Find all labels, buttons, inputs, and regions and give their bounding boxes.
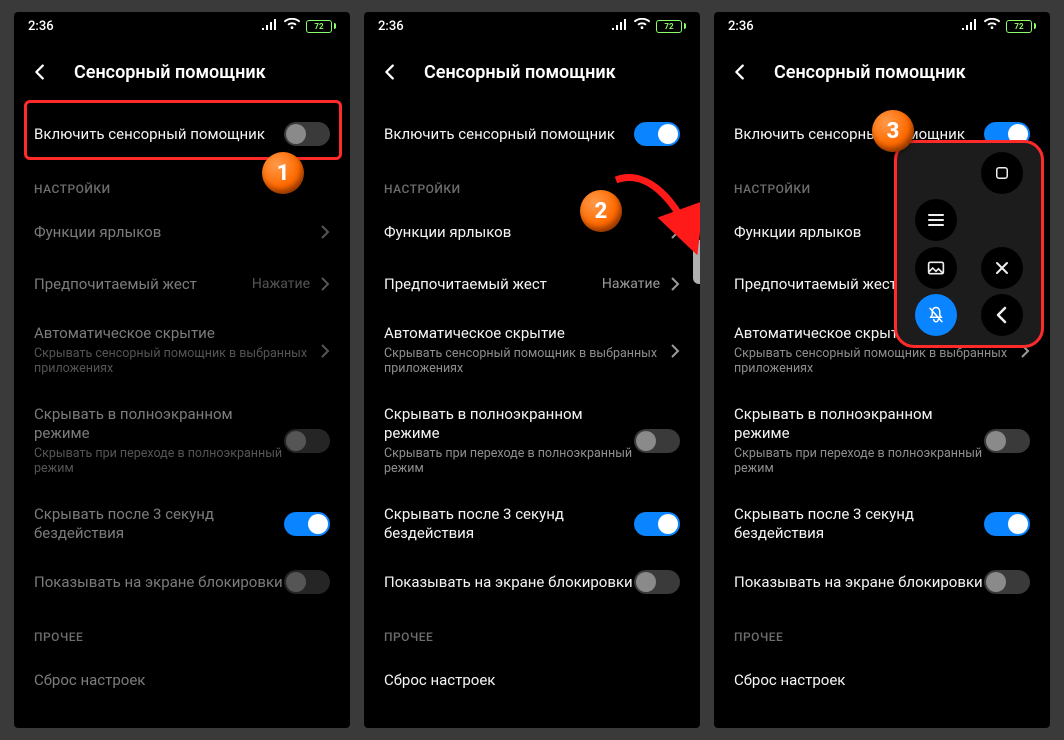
toggle-fullscreen[interactable] — [284, 429, 330, 453]
toggle-enable-assistant[interactable] — [634, 122, 680, 146]
chevron-right-icon — [670, 224, 680, 240]
toggle-idle[interactable] — [634, 512, 680, 536]
phone-panel-1: 2:36 72 Сенсорный помощник Включить сенс… — [14, 12, 350, 728]
atc-slot-empty — [915, 152, 957, 194]
signal-icon — [262, 18, 278, 34]
atc-screenshot-icon[interactable] — [915, 247, 957, 289]
atc-mute-icon[interactable] — [915, 294, 957, 336]
row-idle[interactable]: Скрывать после 3 секунд бездействия — [714, 491, 1050, 557]
toggle-fullscreen[interactable] — [984, 429, 1030, 453]
section-settings: НАСТРОЙКИ — [364, 160, 700, 206]
wifi-icon — [984, 18, 1000, 34]
page-title: Сенсорный помощник — [424, 62, 616, 83]
status-time: 2:36 — [728, 19, 962, 34]
row-autohide[interactable]: Автоматическое скрытие Скрывать сенсорны… — [364, 310, 700, 391]
row-shortcuts[interactable]: Функции ярлыков — [14, 206, 350, 258]
wifi-icon — [284, 18, 300, 34]
row-reset[interactable]: Сброс настроек — [364, 654, 700, 706]
back-button[interactable] — [722, 54, 758, 90]
wifi-icon — [634, 18, 650, 34]
phone-panel-2: 2:36 72 Сенсорный помощник Включить сенс… — [364, 12, 700, 728]
row-idle[interactable]: Скрывать после 3 секунд бездействия — [14, 491, 350, 557]
status-bar: 2:36 72 — [14, 12, 350, 40]
battery-icon: 72 — [656, 20, 686, 33]
status-bar: 2:36 72 — [364, 12, 700, 40]
row-fullscreen[interactable]: Скрывать в полноэкранном режиме Скрывать… — [364, 391, 700, 491]
app-bar: Сенсорный помощник — [364, 40, 700, 108]
row-enable-assistant[interactable]: Включить сенсорный помощник — [364, 108, 700, 160]
back-button[interactable] — [372, 54, 408, 90]
row-reset[interactable]: Сброс настроек — [714, 654, 1050, 706]
chevron-right-icon — [320, 224, 330, 240]
toggle-lockscreen[interactable] — [284, 570, 330, 594]
battery-icon: 72 — [306, 20, 336, 33]
atc-menu-icon[interactable] — [915, 199, 957, 241]
atc-square-icon[interactable] — [981, 152, 1023, 194]
settings-list: Включить сенсорный помощник НАСТРОЙКИ Фу… — [364, 108, 700, 728]
row-gesture[interactable]: Предпочитаемый жест Нажатие — [364, 258, 700, 310]
row-enable-assistant[interactable]: Включить сенсорный помощник — [14, 108, 350, 160]
section-other: ПРОЧЕЕ — [14, 608, 350, 654]
signal-icon — [962, 18, 978, 34]
battery-icon: 72 — [1006, 20, 1036, 33]
row-fullscreen[interactable]: Скрывать в полноэкранном режиме Скрывать… — [14, 391, 350, 491]
row-reset[interactable]: Сброс настроек — [14, 654, 350, 706]
toggle-idle[interactable] — [284, 512, 330, 536]
toggle-enable-assistant[interactable] — [284, 122, 330, 146]
section-other: ПРОЧЕЕ — [714, 608, 1050, 654]
app-bar: Сенсорный помощник — [14, 40, 350, 108]
row-shortcuts[interactable]: Функции ярлыков — [364, 206, 700, 258]
signal-icon — [612, 18, 628, 34]
chevron-right-icon — [320, 276, 330, 292]
row-lockscreen[interactable]: Показывать на экране блокировки — [364, 556, 700, 608]
atc-back-icon[interactable] — [981, 294, 1023, 336]
row-lockscreen[interactable]: Показывать на экране блокировки — [14, 556, 350, 608]
assistive-touch-panel[interactable] — [894, 140, 1044, 348]
settings-list: Включить сенсорный помощник НАСТРОЙКИ Фу… — [14, 108, 350, 728]
row-idle[interactable]: Скрывать после 3 секунд бездействия — [364, 491, 700, 557]
row-autohide[interactable]: Автоматическое скрытие Скрывать сенсорны… — [14, 310, 350, 391]
back-button[interactable] — [22, 54, 58, 90]
toggle-fullscreen[interactable] — [634, 429, 680, 453]
section-other: ПРОЧЕЕ — [364, 608, 700, 654]
annotation-badge-1: 1 — [262, 152, 304, 194]
phone-panel-3: 2:36 72 Сенсорный помощник Включить сенс… — [714, 12, 1050, 728]
atc-slot-empty — [981, 199, 1023, 241]
gesture-value: Нажатие — [602, 276, 660, 292]
row-lockscreen[interactable]: Показывать на экране блокировки — [714, 556, 1050, 608]
chevron-right-icon — [670, 343, 680, 359]
annotation-badge-2: 2 — [580, 190, 622, 232]
app-bar: Сенсорный помощник — [714, 40, 1050, 108]
page-title: Сенсорный помощник — [774, 62, 966, 83]
gesture-value: Нажатие — [252, 276, 310, 292]
status-time: 2:36 — [28, 19, 262, 34]
page-title: Сенсорный помощник — [74, 62, 266, 83]
status-time: 2:36 — [378, 19, 612, 34]
annotation-badge-3: 3 — [872, 110, 914, 152]
atc-close-icon[interactable] — [981, 247, 1023, 289]
toggle-lockscreen[interactable] — [634, 570, 680, 594]
status-bar: 2:36 72 — [714, 12, 1050, 40]
row-fullscreen[interactable]: Скрывать в полноэкранном режиме Скрывать… — [714, 391, 1050, 491]
row-gesture[interactable]: Предпочитаемый жест Нажатие — [14, 258, 350, 310]
toggle-lockscreen[interactable] — [984, 570, 1030, 594]
toggle-idle[interactable] — [984, 512, 1030, 536]
chevron-right-icon — [320, 343, 330, 359]
assistive-touch-handle[interactable] — [693, 240, 700, 284]
chevron-right-icon — [670, 276, 680, 292]
